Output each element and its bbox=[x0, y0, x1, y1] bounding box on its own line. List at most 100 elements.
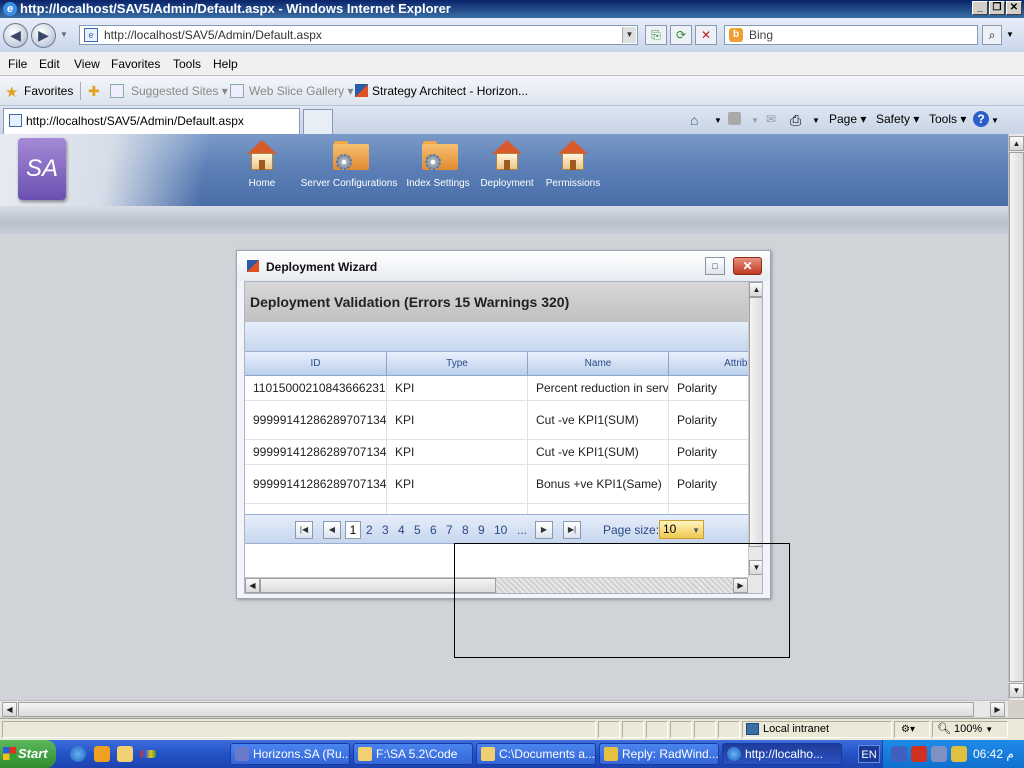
help-dropdown-icon[interactable]: ▼ bbox=[991, 116, 999, 125]
address-bar[interactable]: e http://localhost/SAV5/Admin/Default.as… bbox=[79, 25, 638, 45]
last-page-icon[interactable]: ▶| bbox=[563, 521, 581, 539]
task-documents[interactable]: C:\Documents a... bbox=[476, 743, 596, 765]
zoom-control[interactable]: 🔍︎ 100% ▼ bbox=[932, 721, 1008, 738]
search-input[interactable]: b Bing bbox=[724, 25, 978, 45]
maximize-dialog-button[interactable]: □ bbox=[705, 257, 725, 275]
scroll-right-icon[interactable]: ▶ bbox=[990, 702, 1005, 717]
page-3[interactable]: 3 bbox=[382, 523, 389, 537]
protected-mode-icon[interactable]: ⚙▾ bbox=[894, 721, 930, 738]
table-row[interactable]: 110150002108436662313420 KPI Percent red… bbox=[245, 376, 748, 401]
scroll-left-icon[interactable]: ◀ bbox=[2, 702, 17, 717]
page-5[interactable]: 5 bbox=[414, 523, 421, 537]
page-9[interactable]: 9 bbox=[478, 523, 485, 537]
page-1[interactable]: 1 bbox=[345, 521, 361, 539]
page-vertical-scrollbar[interactable]: ▲ ▼ bbox=[1008, 134, 1024, 700]
page-menu[interactable]: Page ▾ bbox=[829, 112, 866, 126]
menu-favorites[interactable]: Favorites bbox=[111, 57, 160, 71]
prev-page-icon[interactable]: ◀ bbox=[323, 521, 341, 539]
page-6[interactable]: 6 bbox=[430, 523, 437, 537]
task-ie-localhost[interactable]: http://localho... bbox=[722, 743, 842, 765]
menu-help[interactable]: Help bbox=[213, 57, 238, 71]
minimize-button[interactable]: _ bbox=[972, 1, 988, 15]
print-dropdown-icon[interactable]: ▼ bbox=[812, 116, 820, 125]
feeds-icon[interactable] bbox=[728, 112, 741, 125]
table-row[interactable]: 999991412862897071342200 KPI Cut -ve KPI… bbox=[245, 440, 748, 465]
scroll-left-icon[interactable]: ◀ bbox=[245, 578, 260, 593]
menu-view[interactable]: View bbox=[74, 57, 100, 71]
clock[interactable]: 06:42 م bbox=[973, 740, 1014, 768]
ie-quicklaunch-icon[interactable] bbox=[70, 746, 86, 762]
menu-file[interactable]: File bbox=[8, 57, 27, 71]
favorites-button[interactable]: Favorites bbox=[24, 84, 73, 98]
first-page-icon[interactable]: |◀ bbox=[295, 521, 313, 539]
table-row[interactable]: 999991412862897071342200 KPI Bonus +ve K… bbox=[245, 465, 748, 504]
scroll-up-icon[interactable]: ▲ bbox=[1009, 136, 1024, 151]
task-horizons-sa[interactable]: Horizons.SA (Ru... bbox=[230, 743, 350, 765]
more-pages[interactable]: ... bbox=[517, 523, 527, 537]
restore-button[interactable]: ❐ bbox=[989, 1, 1005, 15]
scroll-down-icon[interactable]: ▼ bbox=[1009, 683, 1024, 698]
task-reply-radwindow[interactable]: Reply: RadWind... bbox=[599, 743, 719, 765]
web-slice-gallery[interactable]: Web Slice Gallery ▾ bbox=[249, 84, 354, 98]
security-zone[interactable]: Local intranet bbox=[742, 721, 892, 738]
scroll-thumb[interactable] bbox=[749, 297, 762, 547]
task-folder-code[interactable]: F:\SA 5.2\Code bbox=[353, 743, 473, 765]
mail-icon[interactable]: ✉ bbox=[766, 112, 776, 126]
page-horizontal-scrollbar[interactable]: ◀ ▶ bbox=[0, 700, 1008, 717]
search-icon[interactable]: ⌕ bbox=[982, 25, 1002, 45]
stop-icon[interactable]: ✕ bbox=[695, 25, 717, 45]
forward-button[interactable]: ▶ bbox=[31, 23, 56, 48]
tab-active[interactable]: http://localhost/SAV5/Admin/Default.aspx bbox=[3, 108, 300, 134]
nav-permissions[interactable]: Permissions bbox=[543, 140, 603, 189]
address-dropdown-icon[interactable]: ▼ bbox=[622, 27, 636, 43]
refresh-icon[interactable]: ⟳ bbox=[670, 25, 692, 45]
tray-app-icon[interactable] bbox=[951, 746, 967, 762]
tray-app-icon[interactable] bbox=[891, 746, 907, 762]
tools-menu[interactable]: Tools ▾ bbox=[929, 112, 966, 126]
back-button[interactable]: ◀ bbox=[3, 23, 28, 48]
column-name[interactable]: Name bbox=[528, 352, 669, 376]
nav-index-settings[interactable]: Index Settings bbox=[403, 140, 473, 189]
close-dialog-button[interactable]: ✕ bbox=[733, 257, 762, 275]
safety-menu[interactable]: Safety ▾ bbox=[876, 112, 919, 126]
history-dropdown-icon[interactable]: ▼ bbox=[60, 30, 68, 39]
page-size-dropdown[interactable]: 10 ▼ bbox=[659, 520, 704, 539]
column-type[interactable]: Type bbox=[387, 352, 528, 376]
home-icon[interactable]: ⌂ bbox=[690, 112, 698, 128]
table-row[interactable] bbox=[245, 504, 748, 514]
page-4[interactable]: 4 bbox=[398, 523, 405, 537]
home-dropdown-icon[interactable]: ▼ bbox=[714, 116, 722, 125]
table-row[interactable]: 999991412862897071342200 KPI Cut -ve KPI… bbox=[245, 401, 748, 440]
nav-home[interactable]: Home bbox=[242, 140, 282, 189]
outlook-quicklaunch-icon[interactable] bbox=[94, 746, 110, 762]
nav-server-configurations[interactable]: Server Configurations bbox=[297, 140, 401, 189]
network-icon[interactable] bbox=[931, 746, 947, 762]
scroll-up-icon[interactable]: ▲ bbox=[749, 282, 762, 297]
compatibility-view-icon[interactable]: ⎘ bbox=[645, 25, 667, 45]
menu-tools[interactable]: Tools bbox=[173, 57, 201, 71]
scroll-thumb[interactable] bbox=[18, 702, 974, 717]
ebay-quicklaunch-icon[interactable] bbox=[140, 750, 156, 758]
print-icon[interactable]: ⎙ bbox=[790, 112, 801, 129]
page-7[interactable]: 7 bbox=[446, 523, 453, 537]
help-icon[interactable]: ? bbox=[973, 111, 989, 127]
suggested-sites[interactable]: Suggested Sites ▾ bbox=[131, 84, 228, 98]
dialog-title-bar[interactable]: Deployment Wizard □ ✕ bbox=[237, 251, 770, 281]
tray-app-icon[interactable] bbox=[911, 746, 927, 762]
column-id[interactable]: ID bbox=[245, 352, 387, 376]
scroll-thumb[interactable] bbox=[1009, 152, 1024, 682]
add-favorite-icon[interactable]: ✚ bbox=[88, 83, 100, 100]
nav-deployment[interactable]: Deployment bbox=[476, 140, 538, 189]
menu-edit[interactable]: Edit bbox=[39, 57, 60, 71]
close-window-button[interactable]: ✕ bbox=[1006, 1, 1022, 15]
vertical-scrollbar[interactable]: ▲ ▼ bbox=[748, 282, 762, 577]
search-options-icon[interactable]: ▼ bbox=[1006, 30, 1014, 39]
new-tab-button[interactable] bbox=[303, 109, 333, 134]
folder-quicklaunch-icon[interactable] bbox=[117, 746, 133, 762]
page-10[interactable]: 10 bbox=[494, 523, 507, 537]
feeds-dropdown-icon[interactable]: ▼ bbox=[751, 116, 759, 125]
page-2[interactable]: 2 bbox=[366, 523, 373, 537]
page-8[interactable]: 8 bbox=[462, 523, 469, 537]
column-attribute[interactable]: Attribu bbox=[669, 352, 759, 376]
start-button[interactable]: Start bbox=[0, 740, 56, 768]
